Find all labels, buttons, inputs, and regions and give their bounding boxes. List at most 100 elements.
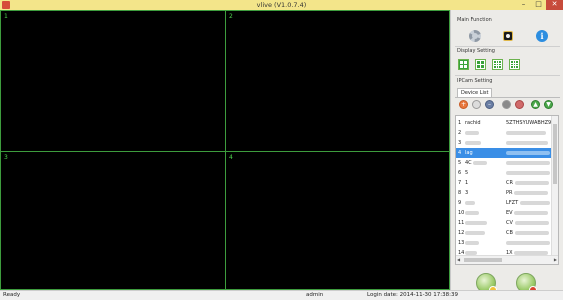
close-button[interactable]: ✕: [546, 0, 563, 10]
redacted-name: [465, 250, 477, 255]
list-item[interactable]: 10 EV: [456, 208, 553, 218]
list-item[interactable]: 13: [456, 238, 553, 248]
row-device-id: CR: [506, 180, 513, 186]
row-index: 8: [458, 190, 462, 196]
maximize-button[interactable]: □: [531, 0, 546, 10]
row-name: lag: [465, 150, 473, 156]
layout-1x1-button[interactable]: [475, 59, 486, 70]
scroll-right-icon[interactable]: ▶: [554, 257, 557, 262]
list-item[interactable]: 9 LFZT: [456, 198, 553, 208]
redacted-name: [465, 210, 479, 215]
list-item[interactable]: 5 4C: [456, 158, 553, 168]
list-item[interactable]: 3: [456, 138, 553, 148]
row-device-id: LFZT: [506, 200, 519, 206]
camera-icon[interactable]: [503, 31, 513, 41]
main-function-label: Main Function: [457, 17, 492, 23]
scroll-thumb[interactable]: [553, 124, 557, 184]
redacted-id: [514, 210, 549, 215]
row-index: 12: [458, 230, 465, 236]
redacted-id: [506, 240, 550, 245]
list-item[interactable]: 1 rachid 5ZTHSYUWABHZ9FK: [456, 118, 553, 128]
layout-2x2-button[interactable]: [458, 59, 469, 70]
divider: [455, 46, 560, 47]
tab-underline: [455, 97, 560, 98]
list-item[interactable]: 6 5: [456, 168, 553, 178]
row-device-id: PR: [506, 190, 513, 196]
row-index: 5: [458, 160, 462, 166]
redacted-name: [465, 130, 479, 135]
layout-3x3-button[interactable]: [492, 59, 503, 70]
video-pane-1[interactable]: 1: [0, 10, 226, 152]
list-item[interactable]: 8 3 PR: [456, 188, 553, 198]
redacted-id: [506, 170, 550, 175]
display-setting-label: Display Setting: [457, 48, 495, 54]
redacted-name: [465, 140, 481, 145]
redacted-name: [473, 160, 488, 165]
ipcam-setting-label: IPCam Setting: [457, 78, 493, 84]
redacted-id: [514, 230, 549, 235]
edit-icon[interactable]: [472, 100, 481, 109]
row-index: 3: [458, 140, 462, 146]
gear-icon[interactable]: [469, 30, 481, 42]
redacted-name: [465, 230, 485, 235]
horizontal-scrollbar[interactable]: ◀ ▶: [456, 255, 558, 264]
list-item-selected[interactable]: 4 lag: [456, 148, 553, 158]
redacted-id: [506, 130, 546, 135]
add-icon[interactable]: +: [459, 100, 468, 109]
row-device-id: CV: [506, 220, 513, 226]
redacted-id: [506, 150, 550, 155]
list-item[interactable]: 7 1 CR: [456, 178, 553, 188]
redacted-id: [514, 250, 549, 255]
redacted-id: [514, 180, 549, 185]
video-pane-4[interactable]: 4: [225, 151, 450, 290]
redacted-id: [506, 160, 550, 165]
pane-number: 4: [229, 154, 233, 161]
row-index: 13: [458, 240, 465, 246]
row-index: 10: [458, 210, 465, 216]
status-user: admin: [306, 292, 324, 298]
video-area: 1 2 3 4: [0, 10, 450, 290]
redacted-name: [465, 240, 479, 245]
row-name: 3: [465, 190, 469, 196]
layout-4x4-button[interactable]: [509, 59, 520, 70]
scroll-left-icon[interactable]: ◀: [457, 257, 460, 262]
row-index: 6: [458, 170, 462, 176]
list-item[interactable]: 12 CB: [456, 228, 553, 238]
list-item[interactable]: 2: [456, 128, 553, 138]
divider: [455, 75, 560, 76]
pane-number: 3: [4, 154, 8, 161]
video-pane-2[interactable]: 2: [225, 10, 450, 152]
redacted-name: [465, 220, 487, 225]
device-list[interactable]: 1 rachid 5ZTHSYUWABHZ9FK 2 3 4 lag 5 4C …: [455, 115, 559, 265]
row-device-id: EV: [506, 210, 513, 216]
row-index: 9: [458, 200, 462, 206]
move-down-icon[interactable]: ▼: [544, 100, 553, 109]
redacted-id: [506, 140, 548, 145]
status-login-date: Login date: 2014-11-30 17:38:39: [367, 292, 459, 298]
scroll-thumb[interactable]: [464, 258, 502, 262]
row-name: 4C: [465, 160, 472, 166]
redacted-name: [465, 200, 475, 205]
redacted-id: [519, 200, 550, 205]
remove-icon[interactable]: –: [485, 100, 494, 109]
minimize-button[interactable]: –: [516, 0, 531, 10]
row-index: 7: [458, 180, 462, 186]
row-name: 5: [465, 170, 469, 176]
status-bar: Ready admin Login date: 2014-11-30 17:38…: [0, 290, 563, 300]
group-icon[interactable]: [502, 100, 511, 109]
control-panel: Main Function i Display Setting IPCam Se…: [450, 10, 563, 294]
row-name: 1: [465, 180, 469, 186]
row-index: 11: [458, 220, 465, 226]
row-index: 2: [458, 130, 462, 136]
vertical-scrollbar[interactable]: [551, 116, 558, 256]
video-pane-3[interactable]: 3: [0, 151, 226, 290]
redacted-id: [514, 190, 549, 195]
pane-number: 1: [4, 13, 8, 20]
pane-number: 2: [229, 13, 233, 20]
search-device-icon[interactable]: [515, 100, 524, 109]
title-bar: vlive (V1.0.7.4) – □ ✕: [0, 0, 563, 10]
move-up-icon[interactable]: ▲: [531, 100, 540, 109]
list-item[interactable]: 11 CV: [456, 218, 553, 228]
row-index: 1: [458, 120, 462, 126]
info-icon[interactable]: i: [536, 30, 548, 42]
